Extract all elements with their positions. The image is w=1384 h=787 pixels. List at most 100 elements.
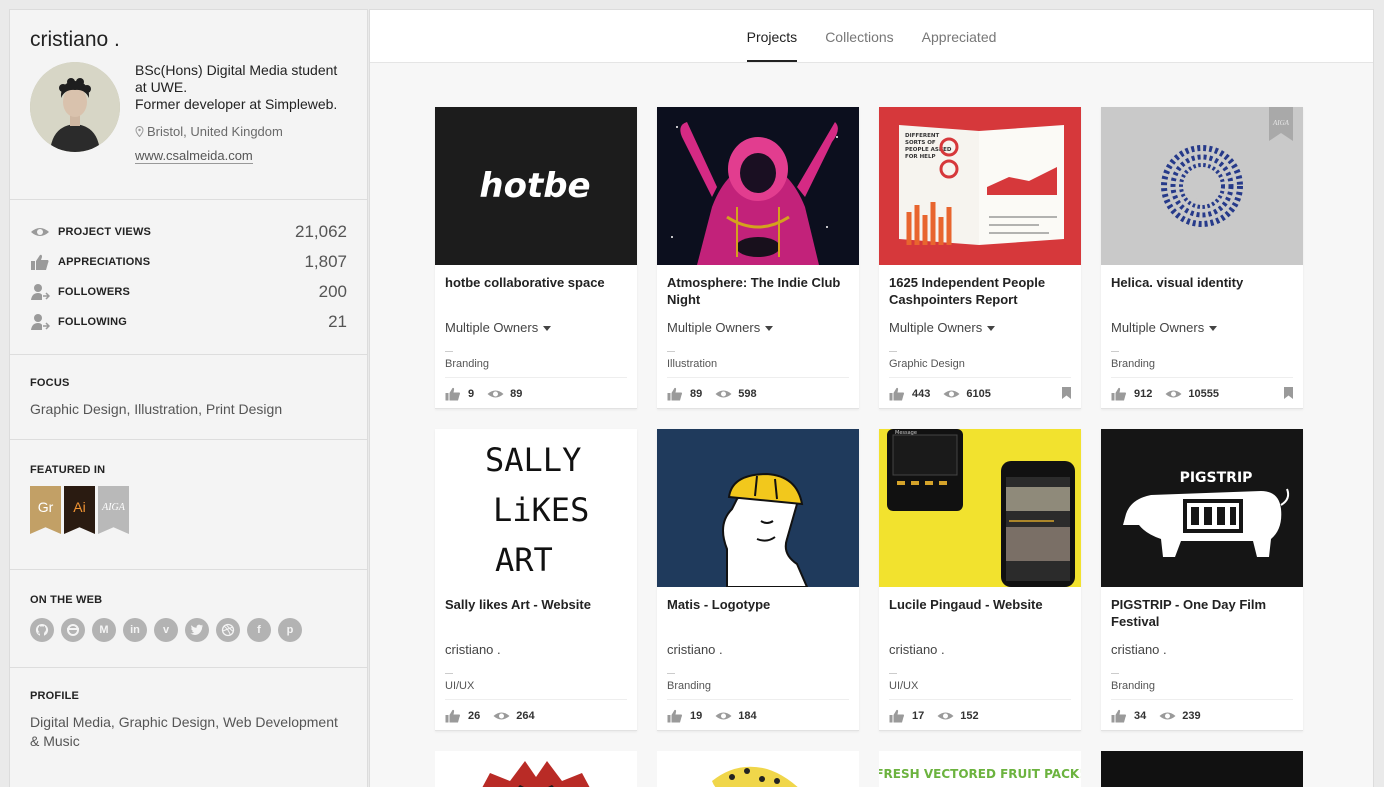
stat-value: 200	[318, 282, 347, 301]
project-owner[interactable]: Multiple Owners	[667, 320, 849, 335]
linkedin-icon[interactable]: in	[123, 618, 147, 642]
eye-icon	[715, 712, 732, 720]
view-count: 184	[738, 710, 757, 722]
project-title[interactable]: PIGSTRIP - One Day Film Festival	[1111, 596, 1293, 630]
project-thumbnail[interactable]: SALLY LiKES ART	[435, 429, 637, 587]
project-owner[interactable]: Multiple Owners	[445, 320, 627, 335]
project-owner[interactable]: Multiple Owners	[1111, 320, 1293, 335]
eye-icon	[937, 712, 954, 720]
project-owner[interactable]: cristiano .	[667, 642, 849, 657]
report-heading: SORTS OF	[905, 140, 936, 146]
stackoverflow-icon[interactable]	[61, 618, 85, 642]
eye-icon	[1159, 712, 1176, 720]
pinterest-icon[interactable]: p	[278, 618, 302, 642]
view-count: 264	[516, 710, 535, 722]
tab-appreciated[interactable]: Appreciated	[922, 10, 997, 62]
profile-tabs: Projects Collections Appreciated	[370, 10, 1373, 63]
project-thumbnail[interactable]: DIFFERENT SORTS OF PEOPLE ASKED FOR HELP	[879, 107, 1081, 265]
project-field[interactable]: Illustration	[667, 358, 717, 370]
project-card[interactable]: Matis - Logotype cristiano . Branding 19…	[657, 429, 859, 731]
project-card[interactable]: DIFFERENT SORTS OF PEOPLE ASKED FOR HELP…	[879, 107, 1081, 409]
medium-icon[interactable]: M	[92, 618, 116, 642]
profile-sidebar: cristiano . BSc(Hons) Digital Media stud…	[9, 9, 368, 787]
project-thumbnail[interactable]: FRESH VECTORED FRUIT PACK!	[879, 751, 1081, 787]
project-field[interactable]: Branding	[667, 680, 711, 692]
project-field[interactable]: Branding	[1111, 680, 1155, 692]
website-link[interactable]: www.csalmeida.com	[135, 148, 253, 164]
tab-collections[interactable]: Collections	[825, 10, 893, 62]
project-title[interactable]: Helica. visual identity	[1111, 274, 1293, 308]
eye-icon	[1165, 390, 1182, 398]
stat-followers[interactable]: FOLLOWERS 200	[30, 277, 347, 307]
divider	[445, 377, 627, 378]
view-count: 152	[960, 710, 979, 722]
stat-appreciations: APPRECIATIONS 1,807	[30, 247, 347, 277]
report-heading: DIFFERENT	[905, 133, 939, 139]
project-field[interactable]: Branding	[1111, 358, 1155, 370]
eye-icon	[715, 390, 732, 398]
project-metrics: 9 89	[445, 387, 522, 401]
project-thumbnail[interactable]	[435, 751, 637, 787]
stat-following[interactable]: FOLLOWING 21	[30, 307, 347, 337]
like-count: 26	[468, 710, 481, 722]
stats-section: PROJECT VIEWS 21,062 APPRECIATIONS 1,807…	[10, 200, 367, 355]
location-pin-icon	[135, 126, 144, 137]
project-owner[interactable]: cristiano .	[1111, 642, 1293, 657]
thumbs-up-icon	[1111, 387, 1126, 401]
project-thumbnail[interactable]: hotbe	[435, 107, 637, 265]
project-field[interactable]: UI/UX	[445, 680, 474, 692]
featured-badge-gr[interactable]: Gr	[30, 486, 61, 534]
project-thumbnail[interactable]: Message	[879, 429, 1081, 587]
vimeo-icon[interactable]: v	[154, 618, 178, 642]
project-owner[interactable]: cristiano .	[889, 642, 1071, 657]
divider	[1111, 699, 1293, 700]
project-card[interactable]: Message Lucile Pingaud - Website cristia…	[879, 429, 1081, 731]
project-title[interactable]: Sally likes Art - Website	[445, 596, 627, 630]
project-grid-row-partial: FRESH VECTORED FRUIT PACK!	[435, 751, 1303, 787]
project-thumbnail[interactable]	[657, 751, 859, 787]
featured-badge-aiga[interactable]: AIGA	[98, 486, 129, 534]
project-title[interactable]: hotbe collaborative space	[445, 274, 627, 308]
bookmark-icon[interactable]	[1062, 387, 1071, 399]
project-title[interactable]: 1625 Independent People Cashpointers Rep…	[889, 274, 1071, 308]
project-thumbnail[interactable]: AIGA	[1101, 107, 1303, 265]
view-count: 89	[510, 388, 523, 400]
project-thumbnail[interactable]: PIGSTRIP	[1101, 429, 1303, 587]
project-field[interactable]: Graphic Design	[889, 358, 965, 370]
project-card[interactable]: Atmosphere: The Indie Club Night Multipl…	[657, 107, 859, 409]
thumbs-up-icon	[667, 709, 682, 723]
project-card[interactable]: SALLY LiKES ART Sally likes Art - Websit…	[435, 429, 637, 731]
profile-header: cristiano . BSc(Hons) Digital Media stud…	[10, 10, 367, 200]
project-title[interactable]: Matis - Logotype	[667, 596, 849, 630]
project-thumbnail[interactable]	[1101, 751, 1303, 787]
project-owner[interactable]: cristiano .	[445, 642, 627, 657]
project-thumbnail[interactable]	[657, 429, 859, 587]
divider	[667, 351, 675, 352]
project-card[interactable]: hotbe hotbe collaborative space Multiple…	[435, 107, 637, 409]
github-icon[interactable]	[30, 618, 54, 642]
project-metrics: 89 598	[667, 387, 757, 401]
twitter-icon[interactable]	[185, 618, 209, 642]
divider	[445, 699, 627, 700]
following-icon	[30, 312, 58, 332]
bookmark-icon[interactable]	[1284, 387, 1293, 399]
project-thumbnail[interactable]	[657, 107, 859, 265]
project-title[interactable]: Atmosphere: The Indie Club Night	[667, 274, 849, 308]
project-field[interactable]: UI/UX	[889, 680, 918, 692]
owner-label: cristiano .	[889, 642, 945, 657]
facebook-icon[interactable]: f	[247, 618, 271, 642]
aiga-mark: AIGA	[1272, 119, 1290, 127]
project-field[interactable]: Branding	[445, 358, 489, 370]
project-owner[interactable]: Multiple Owners	[889, 320, 1071, 335]
project-title[interactable]: Lucile Pingaud - Website	[889, 596, 1071, 630]
tab-projects[interactable]: Projects	[746, 10, 798, 62]
project-card[interactable]: AIGA Helica. visual identity Multiple Ow…	[1101, 107, 1303, 409]
dribbble-icon[interactable]	[216, 618, 240, 642]
project-card[interactable]: PIGSTRIP PIGSTRIP - One Day Film Festiva…	[1101, 429, 1303, 731]
web-title: ON THE WEB	[30, 594, 103, 606]
featured-badge-ai[interactable]: Ai	[64, 486, 95, 534]
profile-name[interactable]: cristiano .	[30, 28, 347, 52]
sally-text: SALLY	[485, 441, 581, 479]
owner-label: Multiple Owners	[667, 320, 761, 335]
avatar[interactable]	[30, 62, 120, 152]
